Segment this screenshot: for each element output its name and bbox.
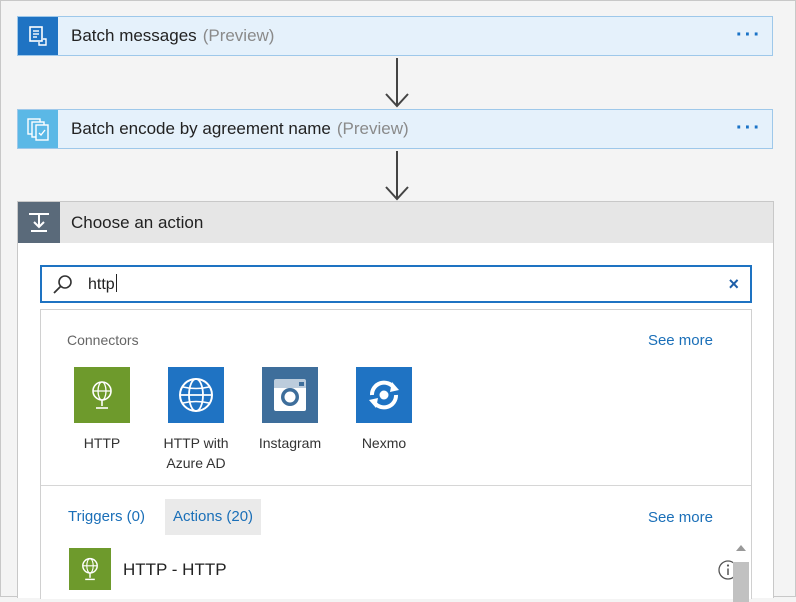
designer-canvas: Batch messages (Preview) ··· Batch encode… [0,0,796,602]
connector-label: Nexmo [361,435,407,451]
step-title: Batch encode by agreement name (Preview) [71,119,409,138]
arrow-down-icon [385,58,409,108]
scrollbar[interactable] [732,541,750,602]
batch-messages-icon [18,17,58,55]
connector-nexmo[interactable]: Nexmo [339,367,429,453]
tab-triggers[interactable]: Triggers (0) [60,499,153,535]
globe-icon [168,367,224,423]
step-batch-messages[interactable]: Batch messages (Preview) ··· [17,16,773,56]
batch-encode-icon [18,110,58,148]
http-globe-icon [69,548,111,590]
divider [41,485,751,486]
action-icon [18,202,60,243]
connector-label: HTTP with Azure AD [163,435,229,471]
actions-see-more-link[interactable]: See more [648,509,713,526]
more-options-button[interactable]: ··· [736,110,762,146]
scroll-up-icon[interactable] [736,545,746,551]
step-batch-encode[interactable]: Batch encode by agreement name (Preview) … [17,109,773,149]
connectors-heading: Connectors [67,332,139,348]
search-icon [52,274,74,301]
connector-label: Instagram [258,435,322,451]
scrollbar-thumb[interactable] [733,562,749,602]
connector-instagram[interactable]: Instagram [245,367,335,453]
result-row-http-http[interactable]: HTTP - HTTP [69,548,738,592]
nexmo-icon [356,367,412,423]
choose-action-header: Choose an action [18,202,773,243]
search-value[interactable]: http [88,267,117,303]
clear-search-button[interactable]: × [728,267,739,301]
arrow-down-icon [385,151,409,201]
tab-actions[interactable]: Actions (20) [165,499,262,535]
camera-icon [262,367,318,423]
search-results-panel: Connectors See more HTTP HTTP with Azure… [40,309,752,602]
choose-action-card: Choose an action http × Connectors See m… [17,201,774,602]
step-title: Batch messages (Preview) [71,26,275,45]
connector-http[interactable]: HTTP [57,367,147,453]
choose-action-title: Choose an action [71,213,204,232]
connector-label: HTTP [83,435,121,451]
search-input[interactable]: http × [40,265,752,303]
connector-http-azure-ad[interactable]: HTTP with Azure AD [151,367,241,473]
more-options-button[interactable]: ··· [736,17,762,53]
http-globe-icon [74,367,130,423]
connectors-see-more-link[interactable]: See more [648,332,713,349]
result-label: HTTP - HTTP [123,560,227,579]
